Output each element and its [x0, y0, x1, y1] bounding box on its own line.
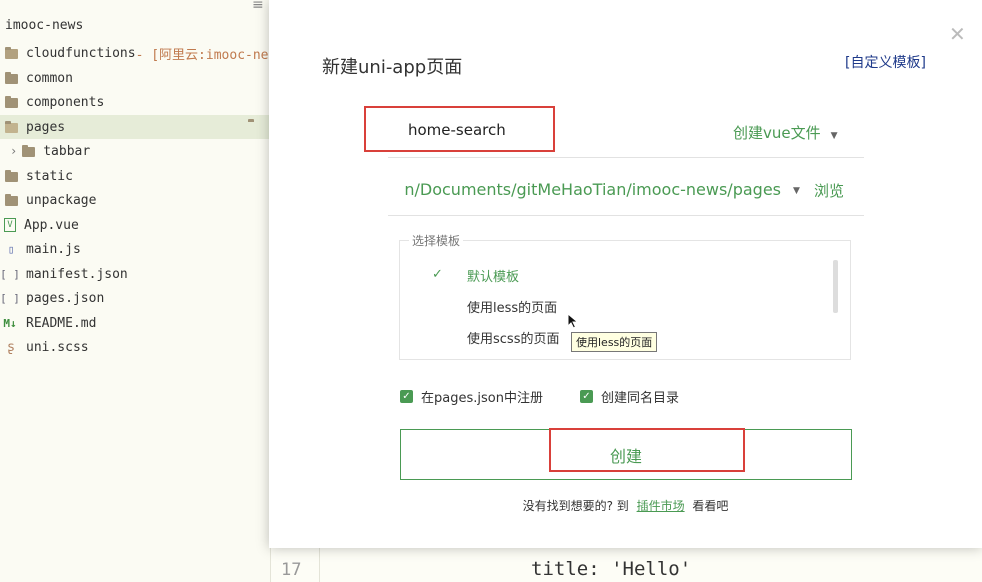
- plugin-market-link[interactable]: 插件市场: [637, 499, 685, 513]
- tree-item-unpackage[interactable]: unpackage: [0, 188, 270, 212]
- scss-file-icon: ʂ: [7, 339, 15, 355]
- tree-item-label: main.js: [26, 241, 81, 257]
- tree-item-label: cloudfunctions: [26, 45, 136, 61]
- tree-item-components[interactable]: components: [0, 90, 270, 114]
- tree-item-common[interactable]: common: [0, 66, 270, 90]
- checkbox-label: 在pages.json中注册: [421, 391, 543, 406]
- template-legend: 选择模板: [409, 232, 464, 249]
- template-item-less[interactable]: 使用less的页面: [467, 297, 557, 316]
- register-pages-json-checkbox[interactable]: ✓ 在pages.json中注册: [400, 387, 543, 406]
- tree-item-uni-scss[interactable]: ʂ uni.scss: [0, 335, 270, 359]
- create-button[interactable]: 创建: [400, 429, 852, 480]
- tree-item-label: unpackage: [26, 192, 97, 208]
- mouse-cursor-icon: [567, 313, 579, 329]
- json-file-icon: [ ]: [0, 291, 20, 305]
- cloud-folder-icon: [4, 47, 18, 59]
- footer: 没有找到想要的? 到 插件市场 看看吧: [269, 497, 982, 514]
- close-icon[interactable]: ✕: [949, 24, 966, 44]
- menu-icon[interactable]: ≡: [252, 0, 264, 13]
- scrollbar[interactable]: [833, 260, 838, 313]
- code-line[interactable]: title: 'Hello': [531, 558, 691, 580]
- tree-item-pages[interactable]: pages: [0, 115, 270, 139]
- code-value: 'Hello': [611, 558, 692, 580]
- tree-item-manifest-json[interactable]: [ ] manifest.json: [0, 262, 270, 286]
- tree-item-label: manifest.json: [26, 266, 128, 282]
- project-title[interactable]: imooc-news: [5, 18, 83, 33]
- js-file-icon: ▯: [7, 242, 15, 256]
- check-icon: ✓: [432, 267, 443, 282]
- checkbox-checked-icon[interactable]: ✓: [400, 390, 413, 403]
- caret-down-icon: ▼: [830, 131, 838, 141]
- create-same-dir-checkbox[interactable]: ✓ 创建同名目录: [580, 387, 679, 406]
- tree-item-pages-json[interactable]: [ ] pages.json: [0, 286, 270, 310]
- tree-item-label: tabbar: [43, 143, 91, 159]
- tree-item-tabbar[interactable]: › tabbar: [0, 139, 270, 163]
- folder-icon: [4, 170, 18, 182]
- highlight-box: [364, 106, 555, 152]
- folder-icon: [21, 145, 35, 157]
- tree-item-suffix: - [阿里云:imooc-ne: [135, 47, 269, 63]
- tooltip: 使用less的页面: [571, 332, 658, 352]
- tree-item-readme[interactable]: M↓ README.md: [0, 311, 270, 335]
- file-type-label: 创建vue文件: [733, 124, 821, 142]
- path-input[interactable]: n/Documents/gitMeHaoTian/imooc-news/page…: [389, 180, 781, 199]
- checkbox-checked-icon[interactable]: ✓: [580, 390, 593, 403]
- tree-item-label: README.md: [26, 315, 97, 331]
- dialog-title: 新建uni-app页面: [322, 57, 463, 78]
- tree-item-cloudfunctions[interactable]: cloudfunctions - [阿里云:imooc-ne: [0, 41, 270, 65]
- json-file-icon: [ ]: [0, 267, 20, 281]
- custom-template-link[interactable]: [自定义模板]: [845, 52, 926, 72]
- divider: [388, 157, 864, 158]
- folder-icon: [4, 96, 18, 108]
- code-key: title: [531, 558, 589, 580]
- new-page-dialog: ✕ 新建uni-app页面 [自定义模板] 创建vue文件 ▼ n/Documen…: [269, 0, 982, 548]
- checkbox-label: 创建同名目录: [601, 391, 680, 406]
- tree-item-label: App.vue: [24, 217, 79, 233]
- divider: [388, 215, 864, 216]
- footer-prefix: 没有找到想要的? 到: [522, 499, 629, 513]
- tree-item-label: common: [26, 70, 73, 86]
- tree-item-label: uni.scss: [26, 339, 89, 355]
- caret-down-icon[interactable]: ▼: [793, 186, 800, 196]
- markdown-file-icon: M↓: [3, 316, 17, 330]
- tree-item-label: pages: [26, 119, 66, 135]
- tree-item-app-vue[interactable]: V App.vue: [0, 213, 270, 237]
- browse-button[interactable]: 浏览: [814, 180, 844, 201]
- template-item-default[interactable]: 默认模板: [467, 266, 519, 285]
- path-label: n/Documents/gitMeHaoTian/imooc-news/page…: [404, 180, 781, 199]
- code-colon: :: [588, 558, 612, 580]
- file-explorer: ≡ imooc-news cloudfunctions - [阿里云:imooc…: [0, 0, 271, 582]
- tree-item-label: pages.json: [26, 290, 105, 306]
- tree-item-main-js[interactable]: ▯ main.js: [0, 237, 270, 261]
- tree-item-label: static: [26, 168, 73, 184]
- file-type-dropdown[interactable]: 创建vue文件 ▼: [733, 122, 838, 143]
- footer-suffix: 看看吧: [692, 499, 729, 513]
- line-number: 17: [281, 560, 302, 580]
- chevron-right-icon[interactable]: ›: [10, 144, 17, 158]
- template-item-scss[interactable]: 使用scss的页面: [467, 328, 559, 347]
- tree-item-label: components: [26, 94, 105, 110]
- vue-file-icon: V: [4, 218, 16, 232]
- folder-open-icon: [4, 121, 18, 133]
- tree-item-static[interactable]: static: [0, 164, 270, 188]
- folder-icon: [4, 194, 18, 206]
- folder-icon: [4, 72, 18, 84]
